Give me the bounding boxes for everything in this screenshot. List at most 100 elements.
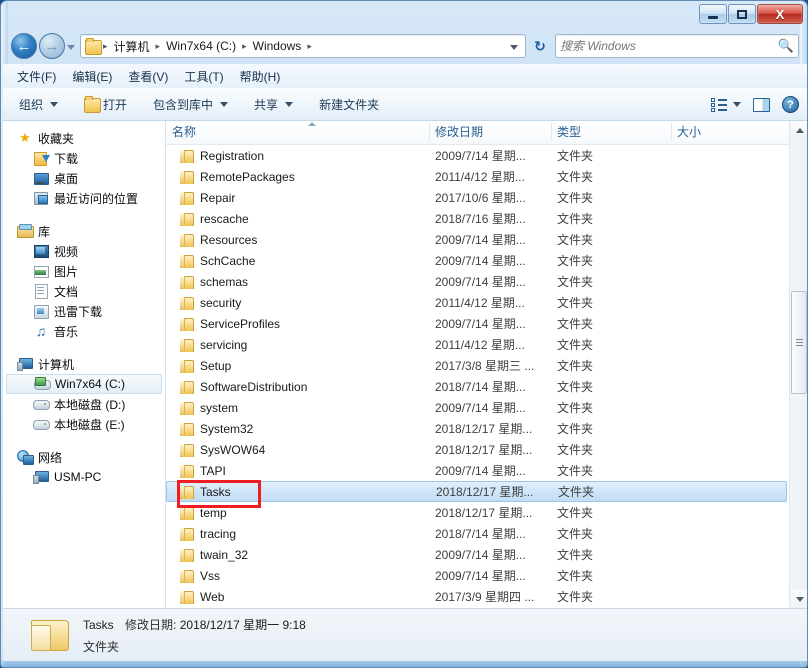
sidebar-item-videos[interactable]: 视频 bbox=[3, 241, 165, 261]
breadcrumb-item-drive[interactable]: Win7x64 (C:) bbox=[163, 39, 239, 53]
table-row[interactable]: Vss 2009/7/14 星期... 文件夹 bbox=[166, 565, 789, 586]
scrollbar-thumb[interactable] bbox=[791, 291, 807, 394]
back-button[interactable]: ← bbox=[11, 33, 37, 59]
forward-button[interactable]: → bbox=[39, 33, 65, 59]
sidebar-group-favorites[interactable]: ★ 收藏夹 bbox=[3, 128, 165, 148]
new-folder-button[interactable]: 新建文件夹 bbox=[319, 96, 379, 113]
column-header-name[interactable]: 名称 bbox=[166, 121, 429, 144]
explorer-content: ★ 收藏夹 下载 桌面 最近访问的位置 库 视频 图片 文档 迅雷下载 ♫ 音乐… bbox=[3, 121, 807, 608]
help-icon[interactable]: ? bbox=[782, 96, 799, 113]
file-name-label: RemotePackages bbox=[200, 169, 295, 184]
file-list-pane[interactable]: 名称 修改日期 类型 大小 Registration 2009/7/14 星期..… bbox=[166, 121, 807, 608]
sidebar-item-music-label: 音乐 bbox=[54, 324, 79, 339]
address-breadcrumb-bar[interactable]: ▸ 计算机 ▸ Win7x64 (C:) ▸ Windows ▸ bbox=[80, 34, 526, 58]
table-row[interactable]: SysWOW64 2018/12/17 星期... 文件夹 bbox=[166, 439, 789, 460]
sidebar-item-usm-pc-label: USM-PC bbox=[54, 470, 102, 484]
scroll-down-button[interactable] bbox=[791, 590, 807, 608]
network-icon bbox=[17, 450, 34, 465]
preview-pane-icon[interactable] bbox=[753, 97, 770, 112]
table-row[interactable]: system 2009/7/14 星期... 文件夹 bbox=[166, 397, 789, 418]
table-row[interactable]: security 2011/4/12 星期... 文件夹 bbox=[166, 292, 789, 313]
sidebar-group-network[interactable]: 网络 bbox=[3, 447, 165, 467]
cell-type: 文件夹 bbox=[557, 422, 594, 436]
cell-date-modified: 2018/12/17 星期... bbox=[436, 485, 534, 499]
table-row[interactable]: schemas 2009/7/14 星期... 文件夹 bbox=[166, 271, 789, 292]
table-row[interactable]: Registration 2009/7/14 星期... 文件夹 bbox=[166, 145, 789, 166]
minimize-button[interactable] bbox=[699, 4, 727, 24]
vertical-scrollbar[interactable] bbox=[789, 121, 807, 608]
cell-type: 文件夹 bbox=[557, 443, 594, 457]
table-row[interactable]: SoftwareDistribution 2018/7/14 星期... 文件夹 bbox=[166, 376, 789, 397]
column-header-size[interactable]: 大小 bbox=[671, 121, 747, 144]
sidebar-item-usm-pc[interactable]: USM-PC bbox=[3, 467, 165, 487]
table-row[interactable]: servicing 2011/4/12 星期... 文件夹 bbox=[166, 334, 789, 355]
table-row[interactable]: Resources 2009/7/14 星期... 文件夹 bbox=[166, 229, 789, 250]
table-row[interactable]: temp 2018/12/17 星期... 文件夹 bbox=[166, 502, 789, 523]
table-row[interactable]: SchCache 2009/7/14 星期... 文件夹 bbox=[166, 250, 789, 271]
menu-file[interactable]: 文件(F) bbox=[17, 68, 56, 85]
sidebar-item-drive-d[interactable]: 本地磁盘 (D:) bbox=[3, 394, 165, 414]
view-options-chevron-down-icon[interactable] bbox=[733, 102, 741, 107]
navigation-pane[interactable]: ★ 收藏夹 下载 桌面 最近访问的位置 库 视频 图片 文档 迅雷下载 ♫ 音乐… bbox=[3, 121, 166, 608]
search-icon[interactable]: 🔍 bbox=[778, 38, 794, 54]
cell-type: 文件夹 bbox=[557, 590, 594, 604]
chevron-down-icon[interactable] bbox=[510, 45, 518, 50]
table-row[interactable]: TAPI 2009/7/14 星期... 文件夹 bbox=[166, 460, 789, 481]
sidebar-item-music[interactable]: ♫ 音乐 bbox=[3, 321, 165, 341]
close-button[interactable]: X bbox=[757, 4, 803, 24]
table-row[interactable]: ServiceProfiles 2009/7/14 星期... 文件夹 bbox=[166, 313, 789, 334]
cell-date-modified: 2018/12/17 星期... bbox=[435, 422, 533, 436]
cell-name: SchCache bbox=[166, 254, 429, 268]
table-row[interactable]: tracing 2018/7/14 星期... 文件夹 bbox=[166, 523, 789, 544]
table-row[interactable]: rescache 2018/7/16 星期... 文件夹 bbox=[166, 208, 789, 229]
sidebar-item-drive-e[interactable]: 本地磁盘 (E:) bbox=[3, 414, 165, 434]
recent-pages-dropdown[interactable] bbox=[67, 45, 75, 50]
include-in-library-button[interactable]: 包含到库中 bbox=[153, 96, 229, 113]
table-row[interactable]: twain_32 2009/7/14 星期... 文件夹 bbox=[166, 544, 789, 565]
menu-help[interactable]: 帮助(H) bbox=[240, 68, 281, 85]
menu-view[interactable]: 查看(V) bbox=[128, 68, 168, 85]
breadcrumb-item-windows[interactable]: Windows bbox=[250, 39, 305, 53]
breadcrumb-item-computer[interactable]: 计算机 bbox=[111, 38, 153, 55]
documents-icon bbox=[33, 284, 49, 299]
sidebar-item-pictures[interactable]: 图片 bbox=[3, 261, 165, 281]
open-button[interactable]: 打开 bbox=[84, 95, 127, 113]
organize-button[interactable]: 组织 bbox=[19, 96, 59, 113]
cell-name: rescache bbox=[166, 212, 429, 226]
share-button[interactable]: 共享 bbox=[254, 96, 294, 113]
maximize-button[interactable] bbox=[728, 4, 756, 24]
menu-edit[interactable]: 编辑(E) bbox=[72, 68, 112, 85]
sidebar-group-computer[interactable]: 计算机 bbox=[3, 354, 165, 374]
table-row[interactable]: System32 2018/12/17 星期... 文件夹 bbox=[166, 418, 789, 439]
view-options-icon[interactable] bbox=[711, 98, 727, 112]
music-icon: ♫ bbox=[35, 323, 47, 339]
table-row[interactable]: Tasks 2018/12/17 星期... 文件夹 bbox=[166, 481, 787, 502]
recent-places-icon bbox=[33, 191, 49, 205]
cell-name: Resources bbox=[166, 233, 429, 247]
file-name-label: Resources bbox=[200, 232, 258, 247]
desktop-icon bbox=[33, 171, 49, 185]
sidebar-item-drive-c[interactable]: Win7x64 (C:) bbox=[6, 374, 162, 394]
search-box[interactable]: 🔍 bbox=[555, 34, 799, 58]
sidebar-item-downloads[interactable]: 下载 bbox=[3, 148, 165, 168]
file-name-label: temp bbox=[200, 505, 227, 520]
table-row[interactable]: Setup 2017/3/8 星期三 ... 文件夹 bbox=[166, 355, 789, 376]
table-row[interactable]: Web 2017/3/9 星期四 ... 文件夹 bbox=[166, 586, 789, 607]
column-header-type[interactable]: 类型 bbox=[551, 121, 671, 144]
sidebar-item-thunder-download[interactable]: 迅雷下载 bbox=[3, 301, 165, 321]
scroll-up-button[interactable] bbox=[791, 121, 807, 139]
cell-name: SysWOW64 bbox=[166, 443, 429, 457]
sidebar-item-desktop[interactable]: 桌面 bbox=[3, 168, 165, 188]
menu-tools[interactable]: 工具(T) bbox=[184, 68, 223, 85]
column-header-date-modified[interactable]: 修改日期 bbox=[429, 121, 551, 144]
menu-bar: 文件(F) 编辑(E) 查看(V) 工具(T) 帮助(H) bbox=[3, 64, 807, 88]
table-row[interactable]: Repair 2017/10/6 星期... 文件夹 bbox=[166, 187, 789, 208]
table-row[interactable]: RemotePackages 2011/4/12 星期... 文件夹 bbox=[166, 166, 789, 187]
sidebar-item-documents-label: 文档 bbox=[54, 284, 79, 299]
search-input[interactable] bbox=[560, 39, 778, 53]
sidebar-item-recent-places[interactable]: 最近访问的位置 bbox=[3, 188, 165, 208]
sidebar-group-libraries[interactable]: 库 bbox=[3, 221, 165, 241]
sidebar-item-documents[interactable]: 文档 bbox=[3, 281, 165, 301]
refresh-button[interactable]: ↻ bbox=[529, 34, 551, 58]
cell-date-modified: 2018/7/16 星期... bbox=[435, 212, 526, 226]
